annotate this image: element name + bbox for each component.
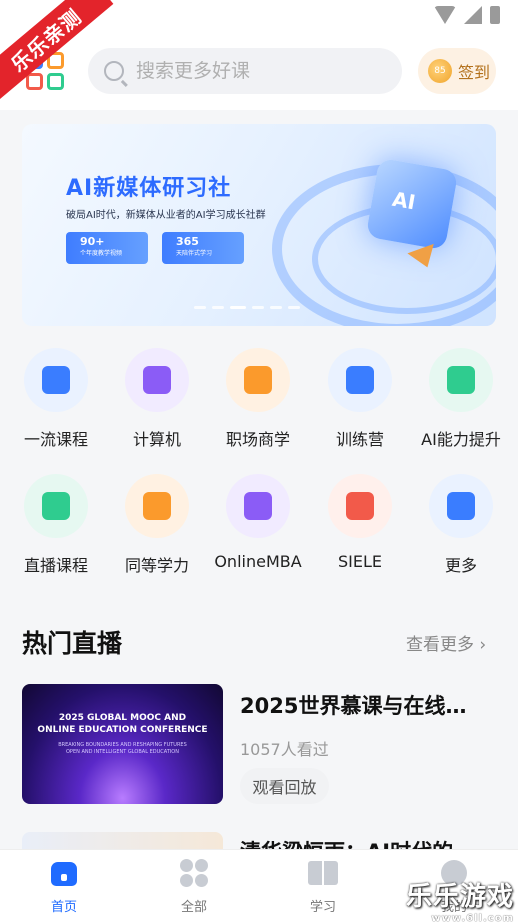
- category-label: 同等学力: [124, 556, 189, 575]
- category-label: 更多: [444, 556, 477, 575]
- medal-icon: [24, 348, 88, 412]
- carousel-dot: [270, 306, 282, 309]
- tab-home[interactable]: 首页: [24, 858, 104, 915]
- replay-button[interactable]: 观看回放: [240, 768, 329, 804]
- more-squares-icon: [429, 474, 493, 538]
- grid-icon: [179, 858, 209, 888]
- signal-icon: [464, 6, 482, 24]
- category-label: 训练营: [335, 430, 384, 449]
- coin-icon: 85: [428, 59, 452, 83]
- category-item[interactable]: 直播课程: [6, 474, 106, 576]
- watermark: 乐乐游戏 www.6ll.com: [406, 876, 514, 922]
- icon-glyph: [42, 492, 70, 520]
- banner-stat-label: 天陪伴式学习: [176, 250, 213, 257]
- cube-text: AI: [390, 186, 418, 215]
- battery-icon: [490, 6, 500, 24]
- live-shield-icon: [24, 474, 88, 538]
- carousel-dot: [288, 306, 300, 309]
- book-icon: [125, 474, 189, 538]
- signin-label: 签到: [458, 63, 491, 82]
- icon-glyph: [346, 366, 374, 394]
- banner-title: AI新媒体研习社: [66, 176, 232, 201]
- carousel-dot: [252, 306, 264, 309]
- envelope-icon: [328, 348, 392, 412]
- watermark-url: www.6ll.com: [431, 913, 514, 922]
- category-item[interactable]: 计算机: [107, 348, 207, 450]
- system-indicators: [434, 6, 500, 24]
- category-label: 计算机: [132, 430, 181, 449]
- category-label: 职场商学: [225, 430, 290, 449]
- category-item[interactable]: SIELE: [310, 474, 410, 571]
- building-icon: [226, 348, 290, 412]
- category-label: SIELE: [337, 552, 382, 571]
- banner-subtitle: 破局AI时代，新媒体从业者的AI学习成长社群: [66, 210, 266, 221]
- promo-banner[interactable]: AI新媒体研习社 破局AI时代，新媒体从业者的AI学习成长社群 90+ 个年度教…: [22, 124, 496, 326]
- thumbnail-subtitle: BREAKING BOUNDARIES AND RESHAPING FUTURE…: [58, 742, 187, 755]
- flag-icon: [328, 474, 392, 538]
- live-title[interactable]: 2025世界慕课与在线…: [240, 690, 490, 720]
- home-icon: [49, 858, 79, 888]
- category-item[interactable]: 更多: [411, 474, 511, 576]
- category-label: 直播课程: [23, 556, 88, 575]
- category-item[interactable]: OnlineMBA: [208, 474, 308, 571]
- carousel-dot: [230, 306, 246, 309]
- signin-button[interactable]: 85 签到: [418, 48, 496, 94]
- category-label: 一流课程: [23, 430, 88, 449]
- ai-cube-icon: AI: [365, 157, 459, 251]
- icon-glyph: [244, 366, 272, 394]
- icon-glyph: [447, 366, 475, 394]
- search-icon: [104, 61, 124, 81]
- icon-glyph: [447, 492, 475, 520]
- search-input[interactable]: [136, 60, 376, 82]
- icon-glyph: [42, 366, 70, 394]
- category-item[interactable]: 一流课程: [6, 348, 106, 450]
- mba-icon: [226, 474, 290, 538]
- live-thumbnail[interactable]: [22, 832, 223, 852]
- tab-study[interactable]: 学习: [283, 858, 363, 915]
- tab-label: 学习: [309, 900, 336, 915]
- banner-stat: 365 天陪伴式学习: [162, 232, 244, 264]
- live-thumbnail[interactable]: 2025 GLOBAL MOOC AND ONLINE EDUCATION CO…: [22, 684, 223, 804]
- carousel-dot: [212, 306, 224, 309]
- icon-glyph: [143, 366, 171, 394]
- banner-stat-value: 365: [176, 235, 199, 248]
- tab-label: 全部: [180, 900, 207, 915]
- tab-all[interactable]: 全部: [154, 858, 234, 915]
- banner-stat-value: 90+: [80, 235, 105, 248]
- icon-glyph: [346, 492, 374, 520]
- app-header: 85 签到: [0, 34, 518, 110]
- icon-glyph: [244, 492, 272, 520]
- section-title: 热门直播: [22, 629, 123, 658]
- thumbnail-title: 2025 GLOBAL MOOC AND ONLINE EDUCATION CO…: [37, 713, 208, 735]
- tab-label: 首页: [50, 900, 77, 915]
- book-open-icon: [308, 858, 338, 888]
- category-item[interactable]: 职场商学: [208, 348, 308, 450]
- wifi-icon: [434, 6, 456, 24]
- category-label: AI能力提升: [421, 430, 501, 449]
- icon-glyph: [143, 492, 171, 520]
- search-bar[interactable]: [88, 48, 402, 94]
- see-more-link[interactable]: 查看更多 ›: [406, 630, 486, 655]
- banner-stat: 90+ 个年度教学视频: [66, 232, 148, 264]
- view-count: 1057人看过: [240, 740, 329, 759]
- category-label: OnlineMBA: [214, 552, 302, 571]
- ai-edit-icon: [429, 348, 493, 412]
- code-screen-icon: [125, 348, 189, 412]
- carousel-indicator: [194, 306, 300, 309]
- category-item[interactable]: 同等学力: [107, 474, 207, 576]
- watermark-title: 乐乐游戏: [405, 882, 514, 912]
- category-item[interactable]: 训练营: [310, 348, 410, 450]
- carousel-dot: [194, 306, 206, 309]
- banner-stat-label: 个年度教学视频: [80, 250, 123, 257]
- category-item[interactable]: AI能力提升: [411, 348, 511, 450]
